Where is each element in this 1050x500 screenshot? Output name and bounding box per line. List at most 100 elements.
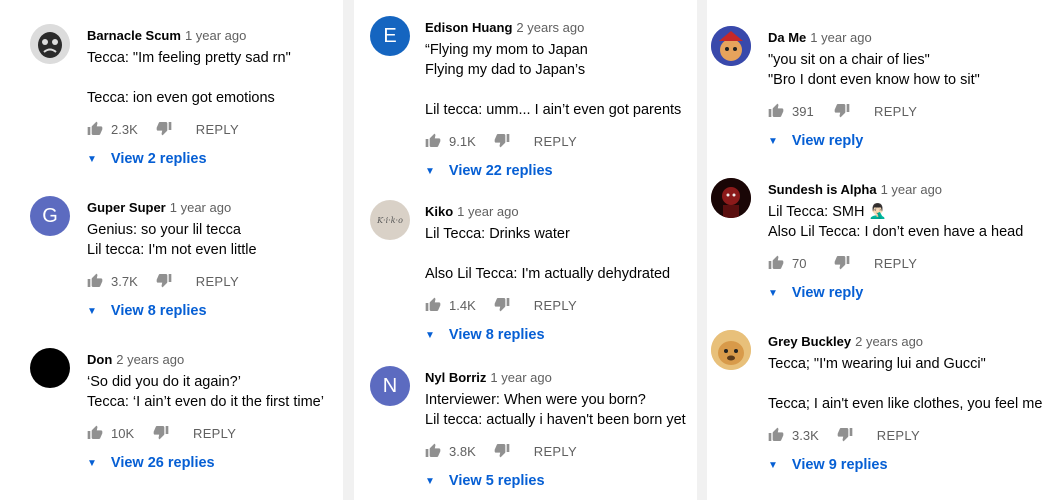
like-count: 2.3K <box>111 121 138 137</box>
author-name[interactable]: Kiko <box>425 204 453 219</box>
view-replies-button[interactable]: ▼ View reply <box>768 131 1050 151</box>
dislike-icon[interactable] <box>834 254 850 270</box>
avatar[interactable]: E <box>370 16 410 56</box>
dislike-button[interactable] <box>834 254 850 273</box>
author-name[interactable]: Guper Super <box>87 200 166 215</box>
reply-button[interactable]: REPLY <box>534 298 577 313</box>
kiko-avatar-text: K·i·k·o <box>377 215 403 225</box>
like-icon[interactable] <box>425 297 441 313</box>
avatar[interactable] <box>30 348 70 388</box>
like-icon[interactable] <box>87 121 103 137</box>
reply-button[interactable]: REPLY <box>877 428 920 443</box>
dislike-icon[interactable] <box>837 426 853 442</box>
view-replies-button[interactable]: ▼ View 5 replies <box>425 471 697 491</box>
comment-actions: 70 REPLY <box>768 253 1050 273</box>
author-name[interactable]: Barnacle Scum <box>87 28 181 43</box>
avatar[interactable] <box>711 178 751 218</box>
author-name[interactable]: Grey Buckley <box>768 334 851 349</box>
dislike-button[interactable] <box>834 102 850 121</box>
view-replies-button[interactable]: ▼ View 22 replies <box>425 161 697 181</box>
caret-down-icon: ▼ <box>425 165 435 177</box>
avatar[interactable]: K·i·k·o <box>370 200 410 240</box>
avatar[interactable] <box>711 26 751 66</box>
comment-text: Lil Tecca: Drinks water Also Lil Tecca: I… <box>425 224 697 284</box>
comment-text-line: Tecca: ‘I ain’t even do it the first tim… <box>87 394 324 410</box>
dislike-icon[interactable] <box>834 102 850 118</box>
reply-button[interactable]: REPLY <box>534 134 577 149</box>
author-name[interactable]: Sundesh is Alpha <box>768 182 877 197</box>
like-icon[interactable] <box>87 425 103 441</box>
view-replies-button[interactable]: ▼ View 8 replies <box>425 325 697 345</box>
view-replies-button[interactable]: ▼ View 9 replies <box>768 455 1050 475</box>
comment-text-line: Also Lil Tecca: I'm actually dehydrated <box>425 266 671 282</box>
caret-down-icon: ▼ <box>87 457 97 469</box>
reply-button[interactable]: REPLY <box>874 104 917 119</box>
dislike-button[interactable] <box>153 424 169 443</box>
timestamp[interactable]: 1 year ago <box>170 200 231 215</box>
like-icon[interactable] <box>425 443 441 459</box>
like-count: 391 <box>792 103 814 119</box>
reply-button[interactable]: REPLY <box>193 426 236 441</box>
timestamp[interactable]: 2 years ago <box>116 352 184 367</box>
timestamp[interactable]: 1 year ago <box>881 182 942 197</box>
like-count: 3.7K <box>111 273 138 289</box>
comment-text: Lil Tecca: SMH 🤦🏻‍♂️ Also Lil Tecca: I do… <box>768 202 1050 242</box>
comment-text: “Flying my mom to Japan Flying my dad to … <box>425 40 697 120</box>
author-name[interactable]: Da Me <box>768 30 806 45</box>
caret-down-icon: ▼ <box>87 305 97 317</box>
timestamp[interactable]: 1 year ago <box>457 204 518 219</box>
reply-button[interactable]: REPLY <box>196 274 239 289</box>
comment-text-line: Lil tecca: umm... I ain’t even got paren… <box>425 102 682 118</box>
timestamp[interactable]: 1 year ago <box>185 28 246 43</box>
timestamp[interactable]: 2 years ago <box>516 20 584 35</box>
reply-button[interactable]: REPLY <box>874 256 917 271</box>
view-replies-label: View 5 replies <box>448 473 545 489</box>
avatar-letter: G <box>42 204 58 227</box>
author-name[interactable]: Nyl Borriz <box>425 370 486 385</box>
dislike-button[interactable] <box>156 120 172 139</box>
dislike-icon[interactable] <box>494 296 510 312</box>
author-name[interactable]: Don <box>87 352 112 367</box>
timestamp[interactable]: 1 year ago <box>810 30 871 45</box>
like-icon[interactable] <box>768 103 784 119</box>
dislike-icon[interactable] <box>494 442 510 458</box>
reply-button[interactable]: REPLY <box>196 122 239 137</box>
dislike-icon[interactable] <box>156 272 172 288</box>
dislike-button[interactable] <box>494 296 510 315</box>
view-replies-button[interactable]: ▼ View reply <box>768 283 1050 303</box>
comment-body: Barnacle Scum 1 year ago Tecca: "Im feeli… <box>87 27 343 169</box>
like-count: 9.1K <box>449 133 476 149</box>
avatar[interactable]: G <box>30 196 70 236</box>
dislike-icon[interactable] <box>494 132 510 148</box>
dislike-icon[interactable] <box>156 120 172 136</box>
avatar-letter: E <box>383 24 397 47</box>
timestamp[interactable]: 2 years ago <box>855 334 923 349</box>
avatar[interactable] <box>30 24 70 64</box>
comment-text-line: Genius: so your lil tecca <box>87 222 241 238</box>
like-icon[interactable] <box>768 255 784 271</box>
reply-button[interactable]: REPLY <box>534 444 577 459</box>
avatar[interactable]: N <box>370 366 410 406</box>
comment-text: "you sit on a chair of lies" "Bro I dont … <box>768 50 1050 90</box>
comment-text: ‘So did you do it again?’ Tecca: ‘I ain’t… <box>87 372 343 412</box>
dislike-button[interactable] <box>494 132 510 151</box>
avatar[interactable] <box>711 330 751 370</box>
like-icon[interactable] <box>768 427 784 443</box>
like-count: 70 <box>792 255 807 271</box>
view-replies-button[interactable]: ▼ View 26 replies <box>87 453 343 473</box>
comment-actions: 3.3K REPLY <box>768 425 1050 445</box>
like-icon[interactable] <box>87 273 103 289</box>
view-replies-button[interactable]: ▼ View 2 replies <box>87 149 343 169</box>
timestamp[interactable]: 1 year ago <box>490 370 551 385</box>
comment-text: Genius: so your lil tecca Lil tecca: I'm … <box>87 220 343 260</box>
dislike-button[interactable] <box>837 426 853 445</box>
view-replies-button[interactable]: ▼ View 8 replies <box>87 301 343 321</box>
author-name[interactable]: Edison Huang <box>425 20 512 35</box>
comment-text-line: Lil tecca: actually i haven't been born … <box>425 412 686 428</box>
dislike-icon[interactable] <box>153 424 169 440</box>
dislike-button[interactable] <box>494 442 510 461</box>
comment-actions: 9.1K REPLY <box>425 131 697 151</box>
comment-text-line: ‘So did you do it again?’ <box>87 374 241 390</box>
dislike-button[interactable] <box>156 272 172 291</box>
like-icon[interactable] <box>425 133 441 149</box>
